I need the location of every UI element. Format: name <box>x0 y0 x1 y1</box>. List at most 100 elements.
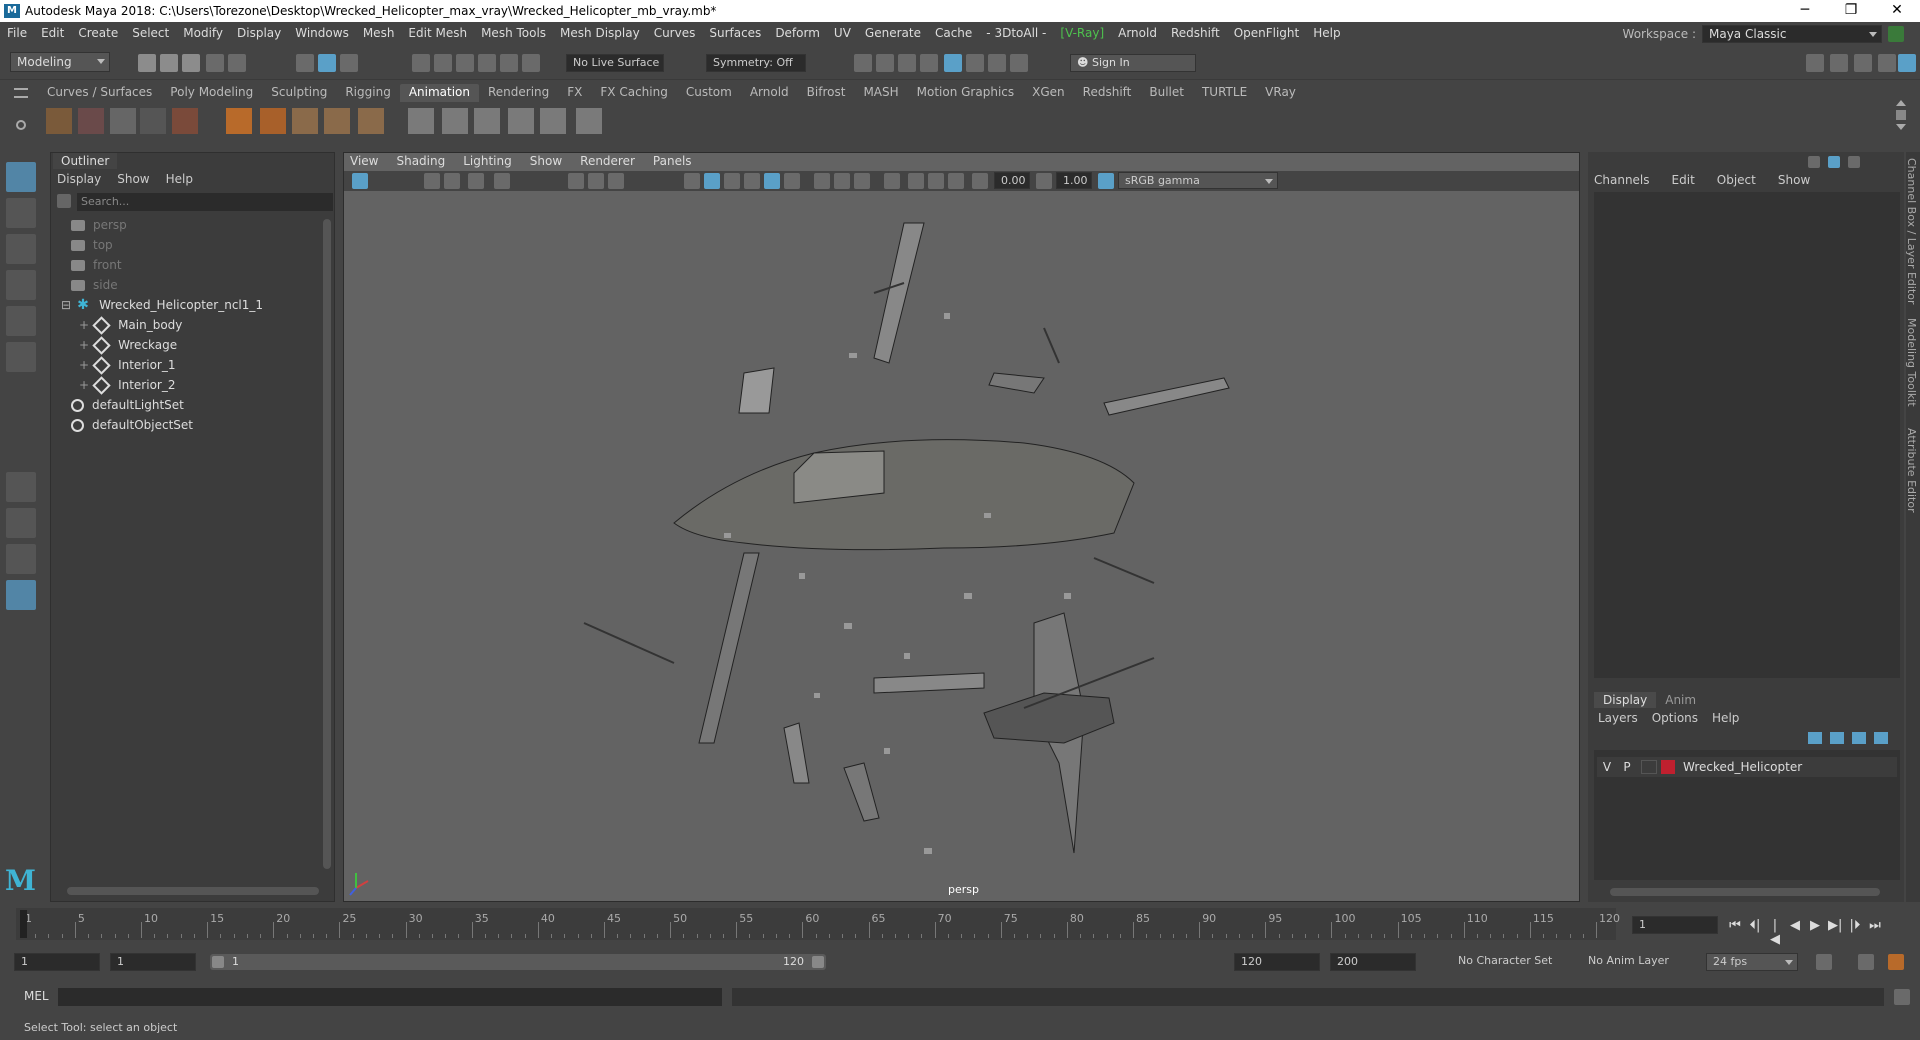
shelf-tab-redshift[interactable]: Redshift <box>1074 84 1141 102</box>
single-pane-layout-icon[interactable] <box>6 472 36 502</box>
outliner-item[interactable]: top <box>71 235 113 255</box>
snap-curve-icon[interactable] <box>434 54 452 72</box>
bind-skin-icon[interactable] <box>508 108 534 134</box>
parent-constraint-icon[interactable] <box>358 108 384 134</box>
outliner-item[interactable]: + Interior_2 <box>79 375 175 395</box>
wireframe-on-shaded-icon[interactable] <box>724 173 740 189</box>
new-scene-icon[interactable] <box>138 54 156 72</box>
ik-spline-icon[interactable] <box>474 108 500 134</box>
menu-set-dropdown[interactable]: Modeling <box>10 52 110 72</box>
viewport-menu-view[interactable]: View <box>350 154 378 170</box>
new-layer-selected-icon[interactable] <box>1874 732 1888 744</box>
use-all-lights-icon[interactable] <box>764 173 780 189</box>
menu-display[interactable]: Display <box>230 26 288 40</box>
step-forward-frame-icon[interactable]: ▶| <box>1828 919 1842 933</box>
layer-h-scrollbar[interactable] <box>1610 888 1880 896</box>
film-gate-icon[interactable] <box>588 173 604 189</box>
smooth-shade-icon[interactable] <box>704 173 720 189</box>
outliner-h-scrollbar[interactable] <box>67 887 319 895</box>
render-settings-icon[interactable] <box>920 54 938 72</box>
outliner-item[interactable]: ⊟ ✱ Wrecked_Helicopter_ncl1_1 <box>61 295 263 315</box>
shelf-tab-animation[interactable]: Animation <box>399 84 479 102</box>
camera-attributes-icon[interactable] <box>424 173 440 189</box>
isolate-select-icon[interactable] <box>884 173 900 189</box>
menu-select[interactable]: Select <box>125 26 176 40</box>
gamma-icon[interactable] <box>1036 173 1052 189</box>
helicopter-scene[interactable] <box>344 153 1579 901</box>
scale-tool-icon[interactable] <box>6 342 36 372</box>
hik-icon[interactable] <box>576 108 602 134</box>
vray-render-icon[interactable] <box>966 54 984 72</box>
time-ruler[interactable]: 1 5 10 15 20 25 30 35 40 45 50 55 60 65 70 75 80 85 90 95 10… <box>16 908 1620 940</box>
textured-icon[interactable] <box>744 173 760 189</box>
channel-box-menu-channels[interactable]: Channels <box>1594 173 1650 187</box>
range-start-handle[interactable] <box>212 956 224 968</box>
shelf-tab-rendering[interactable]: Rendering <box>479 84 558 102</box>
render-frame-icon[interactable] <box>876 54 894 72</box>
channel-list[interactable] <box>1594 192 1900 678</box>
shelf-menu-icon[interactable] <box>14 88 28 98</box>
point-constraint-icon[interactable] <box>226 108 252 134</box>
shelf-tab-motion-graphics[interactable]: Motion Graphics <box>908 84 1024 102</box>
layer-color-swatch[interactable] <box>1661 760 1675 774</box>
xray-components-icon[interactable] <box>948 173 964 189</box>
outliner-item[interactable]: persp <box>71 215 127 235</box>
menu-deform[interactable]: Deform <box>768 26 827 40</box>
menu-surfaces[interactable]: Surfaces <box>702 26 768 40</box>
viewport-menu-lighting[interactable]: Lighting <box>463 154 512 170</box>
shelf-scroll-arrows[interactable] <box>1896 100 1906 136</box>
resolution-gate-icon[interactable] <box>608 173 624 189</box>
bake-icon[interactable] <box>172 108 198 134</box>
shelf-options-icon[interactable] <box>1896 110 1906 120</box>
xray-icon[interactable] <box>908 173 924 189</box>
menu-mesh-tools[interactable]: Mesh Tools <box>474 26 553 40</box>
layer-tab-display[interactable]: Display <box>1594 692 1657 708</box>
layer-editor-icon[interactable] <box>1898 54 1916 72</box>
layer-menu-options[interactable]: Options <box>1652 711 1698 725</box>
outliner-layout-icon[interactable] <box>6 580 36 610</box>
hypershade-icon[interactable] <box>944 54 962 72</box>
command-input[interactable] <box>58 988 722 1006</box>
shelf-tab-mash[interactable]: MASH <box>854 84 907 102</box>
unghost-icon[interactable] <box>140 108 166 134</box>
channel-box-icon[interactable] <box>1878 54 1896 72</box>
shelf-tab-sculpting[interactable]: Sculpting <box>262 84 336 102</box>
paint-weights-icon[interactable] <box>540 108 566 134</box>
script-editor-icon[interactable] <box>1894 989 1910 1005</box>
joint-tool-icon[interactable] <box>442 108 468 134</box>
new-layer-icon[interactable] <box>1852 732 1866 744</box>
outliner-menu-help[interactable]: Help <box>166 172 193 186</box>
open-scene-icon[interactable] <box>160 54 178 72</box>
expand-toggle-icon[interactable]: + <box>79 338 89 352</box>
playback-start-field[interactable]: 1 <box>110 953 196 971</box>
dock-icon[interactable] <box>1828 156 1840 168</box>
grid-toggle-icon[interactable] <box>568 173 584 189</box>
step-back-key-icon[interactable]: ⏴| <box>1748 919 1762 933</box>
outliner-item[interactable]: side <box>71 275 118 295</box>
color-space-dropdown[interactable]: sRGB gamma <box>1118 172 1278 189</box>
expand-toggle-icon[interactable]: + <box>79 378 89 392</box>
menu-arnold[interactable]: Arnold <box>1111 26 1164 40</box>
lock-icon[interactable] <box>1888 26 1904 42</box>
display-layer-row[interactable]: V P Wrecked_Helicopter <box>1597 757 1897 777</box>
side-tab-channel-box[interactable]: Channel Box / Layer Editor <box>1905 158 1918 305</box>
xray-joints-icon[interactable] <box>928 173 944 189</box>
shelf-tab-bifrost[interactable]: Bifrost <box>798 84 855 102</box>
outliner-item[interactable]: defaultLightSet <box>71 395 184 415</box>
bookmark-icon[interactable] <box>444 173 460 189</box>
exposure-icon[interactable] <box>972 173 988 189</box>
shelf-tab-arnold[interactable]: Arnold <box>741 84 798 102</box>
channel-box-menu-show[interactable]: Show <box>1778 173 1810 187</box>
shelf-tab-turtle[interactable]: TURTLE <box>1193 84 1256 102</box>
2d-pan-zoom-icon[interactable] <box>494 173 510 189</box>
viewport-menu-show[interactable]: Show <box>530 154 562 170</box>
menu-uv[interactable]: UV <box>827 26 858 40</box>
channel-box-menu-object[interactable]: Object <box>1717 173 1756 187</box>
outliner-search-input[interactable]: Search... <box>77 193 333 211</box>
play-backward-icon[interactable]: ◀ <box>1788 919 1802 933</box>
side-tab-attribute-editor[interactable]: Attribute Editor <box>1905 428 1918 513</box>
shelf-tab-bullet[interactable]: Bullet <box>1140 84 1193 102</box>
attribute-editor-icon[interactable] <box>1830 54 1848 72</box>
current-frame-field[interactable]: 1 <box>1632 916 1718 934</box>
viewport-panel[interactable]: persp <box>343 152 1580 902</box>
